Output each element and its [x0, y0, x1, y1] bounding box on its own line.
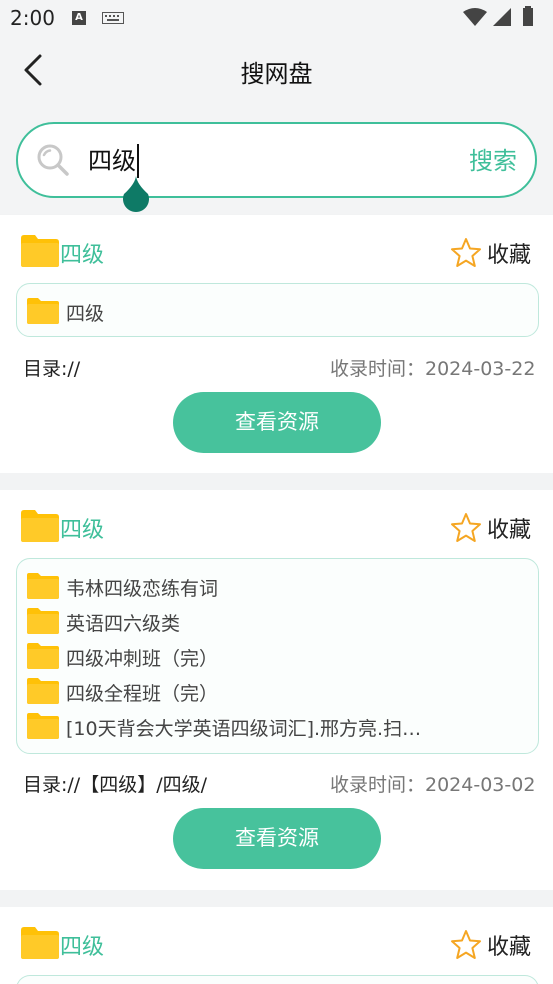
file-list: 韦林四级恋练有词 英语四六级类 四级冲刺班（完） 四级全程班（完） [10天背会…	[16, 558, 539, 754]
signal-icon	[493, 8, 511, 26]
keyboard-icon	[102, 12, 124, 24]
indexed-time: 收录时间：2024-03-22	[330, 358, 536, 380]
folder-icon	[21, 235, 59, 267]
view-resource-button[interactable]: 查看资源	[173, 808, 381, 869]
search-button[interactable]: 搜索	[469, 144, 517, 178]
status-time: 2:00	[10, 6, 55, 30]
card-title[interactable]: 四级	[60, 929, 104, 961]
list-item: 四级冲刺班（完）	[27, 641, 527, 671]
file-name: 英语四六级类	[66, 613, 181, 635]
folder-icon	[27, 608, 59, 634]
directory-path: 目录://【四级】/四级/	[23, 774, 208, 796]
list-item: 英语四六级类	[27, 606, 527, 636]
indexed-time: 收录时间：2024-03-02	[330, 774, 536, 796]
card-header: 四级 收藏	[0, 215, 553, 285]
folder-icon	[21, 927, 59, 959]
search-input[interactable]: 四级	[88, 144, 139, 178]
search-area: 四级 搜索	[0, 104, 553, 214]
file-name: 韦林四级恋练有词	[66, 578, 219, 600]
notification-a-icon: A	[72, 11, 86, 25]
star-icon[interactable]	[450, 237, 482, 269]
folder-icon	[21, 510, 59, 542]
file-name: 四级冲刺班（完）	[66, 648, 219, 670]
file-name: [10天背会大学英语四级词汇].邢方亮.扫…	[66, 718, 422, 740]
list-item: 四级	[27, 296, 527, 326]
card-title[interactable]: 四级	[60, 512, 104, 544]
status-icons	[463, 6, 533, 26]
search-box[interactable]: 四级 搜索	[16, 122, 537, 198]
file-name: 四级	[66, 303, 105, 325]
list-item: 四级全程班（完）	[27, 676, 527, 706]
file-list	[16, 975, 539, 984]
folder-icon	[27, 643, 59, 669]
result-card: 四级 收藏	[0, 907, 553, 984]
page-title: 搜网盘	[240, 60, 313, 88]
folder-icon	[27, 713, 59, 739]
list-item: 韦林四级恋练有词	[27, 571, 527, 601]
favorite-button[interactable]: 收藏	[487, 237, 531, 269]
battery-icon	[523, 8, 533, 26]
folder-icon	[27, 573, 59, 599]
favorite-button[interactable]: 收藏	[487, 929, 531, 961]
star-icon[interactable]	[450, 929, 482, 961]
view-resource-button[interactable]: 查看资源	[173, 392, 381, 453]
file-name: 四级全程班（完）	[66, 683, 219, 705]
directory-path: 目录://	[23, 358, 81, 380]
card-title[interactable]: 四级	[60, 237, 104, 269]
card-header: 四级 收藏	[0, 907, 553, 977]
search-icon	[37, 144, 69, 176]
favorite-button[interactable]: 收藏	[487, 512, 531, 544]
file-list: 四级	[16, 283, 539, 337]
folder-icon	[27, 678, 59, 704]
result-card: 四级 收藏 韦林四级恋练有词 英语四六级类 四级冲刺班（完） 四级全程班（完） …	[0, 490, 553, 890]
card-header: 四级 收藏	[0, 490, 553, 560]
star-icon[interactable]	[450, 512, 482, 544]
folder-icon	[27, 298, 59, 324]
wifi-icon	[463, 8, 487, 26]
list-item: [10天背会大学英语四级词汇].邢方亮.扫…	[27, 711, 527, 741]
text-cursor-handle[interactable]	[121, 176, 151, 214]
result-card: 四级 收藏 四级 目录:// 收录时间：2024-03-22 查看资源	[0, 215, 553, 473]
app-bar: 搜网盘	[0, 36, 553, 104]
status-bar: 2:00 A	[0, 0, 553, 36]
